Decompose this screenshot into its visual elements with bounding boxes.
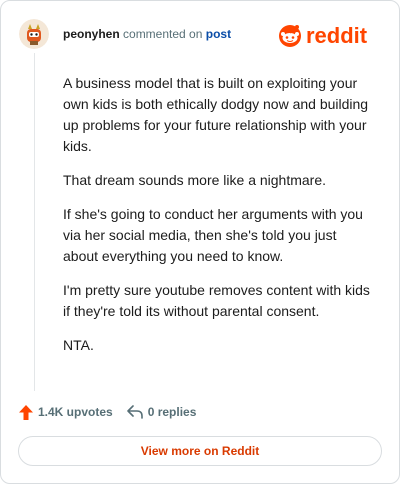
comment-paragraph: NTA. xyxy=(63,337,94,353)
reddit-brand-link[interactable]: reddit xyxy=(277,21,383,49)
upvote-count: 1.4K upvotes xyxy=(38,405,113,419)
thread-line xyxy=(34,53,35,391)
comment-paragraph: If she's going to conduct her arguments … xyxy=(63,206,363,264)
brand-wordmark: reddit xyxy=(306,23,368,48)
author-username[interactable]: peonyhen xyxy=(63,27,120,41)
upvote-arrow-icon xyxy=(19,404,33,420)
reply-button[interactable]: 0 replies xyxy=(126,405,197,419)
comment-paragraph: I'm pretty sure youtube removes content … xyxy=(63,282,370,319)
comment-header: peonyhen commented on post reddit xyxy=(19,19,385,51)
comment-embed-card: peonyhen commented on post reddit A busi… xyxy=(0,0,400,484)
reply-arrow-icon xyxy=(126,405,143,419)
user-avatar[interactable] xyxy=(19,19,49,49)
reddit-logo-icon: reddit xyxy=(279,23,368,48)
upvote-button[interactable]: 1.4K upvotes xyxy=(19,404,113,420)
commented-on-text: commented on xyxy=(123,27,203,41)
comment-paragraph: A business model that is built on exploi… xyxy=(63,75,369,154)
comment-actions: 1.4K upvotes 0 replies xyxy=(19,402,210,422)
reply-count: 0 replies xyxy=(147,405,197,419)
comment-meta: peonyhen commented on post xyxy=(63,26,231,42)
post-link[interactable]: post xyxy=(206,27,231,41)
comment-paragraph: That dream sounds more like a nightmare. xyxy=(63,172,327,188)
comment-body: A business model that is built on exploi… xyxy=(63,73,375,369)
view-more-on-reddit-button[interactable]: View more on Reddit xyxy=(18,436,382,466)
